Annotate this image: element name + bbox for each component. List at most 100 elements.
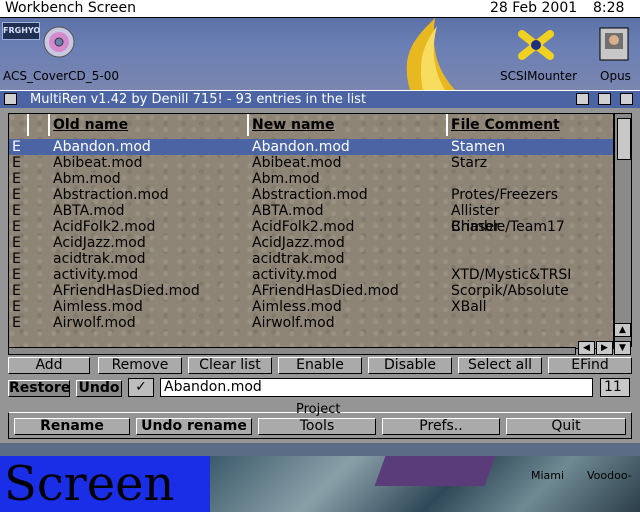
row-flag: E — [12, 139, 21, 155]
screen-1-label: Screen 1 — [0, 456, 210, 512]
row-old-name: Airwolf.mod — [53, 315, 136, 331]
row-old-name: AcidFolk2.mod — [53, 219, 156, 235]
column-header-file-comment[interactable]: File Comment — [448, 114, 613, 136]
row-new-name: Aimless.mod — [252, 299, 342, 315]
disable-button[interactable]: Disable — [368, 357, 452, 374]
scroll-up-arrow-icon[interactable]: ▲ — [614, 323, 631, 337]
desktop-icon-opus[interactable] — [597, 26, 631, 65]
scroll-left-arrow-icon[interactable]: ◀ — [578, 341, 595, 355]
desktop-icon-covercd[interactable] — [40, 26, 78, 61]
remove-button[interactable]: Remove — [98, 357, 182, 374]
screen-title: Workbench Screen — [5, 0, 136, 16]
vertical-scroll-knob[interactable] — [617, 118, 631, 160]
row-old-name: Abandon.mod — [53, 139, 151, 155]
rename-button[interactable]: Rename — [14, 418, 130, 435]
prefs-button[interactable]: Prefs.. — [382, 418, 500, 435]
table-row[interactable]: E Abibeat.mod Abibeat.mod Starz — [9, 155, 613, 171]
row-file-comment: XTD/Mystic&TRSI — [451, 267, 572, 283]
window-title-bar[interactable]: MultiRen v1.42 by Denill 715! - 93 entri… — [0, 91, 640, 108]
restore-button[interactable]: Restore — [8, 380, 70, 397]
column-header-flag[interactable] — [9, 114, 29, 136]
project-group-label: Project — [296, 402, 341, 417]
scroll-down-arrow-icon[interactable]: ▼ — [614, 341, 631, 355]
enable-button[interactable]: Enable — [278, 357, 362, 374]
checkmark-toggle[interactable]: ✓ — [128, 378, 154, 397]
row-new-name: ABTA.mod — [252, 203, 324, 219]
row-file-comment: Chaser — [451, 219, 500, 235]
row-flag: E — [12, 251, 21, 267]
table-row[interactable]: Eactivity.mod activity.mod XTD/Mystic&TRSI — [9, 267, 613, 283]
row-flag: E — [12, 283, 21, 299]
row-old-name: Abibeat.mod — [53, 155, 143, 171]
row-flag: E — [12, 219, 21, 235]
opus-icon — [599, 27, 629, 61]
row-new-name: Abandon.mod — [252, 139, 350, 155]
row-file-comment: Stamen — [451, 139, 506, 155]
row-flag: E — [12, 187, 21, 203]
horizontal-scrollbar[interactable] — [8, 347, 576, 355]
column-header-new-name[interactable]: New name — [249, 114, 448, 136]
file-list[interactable]: Old name New name File Comment E Abandon.… — [8, 113, 614, 349]
flame-graphic — [406, 18, 455, 90]
filename-input[interactable]: Abandon.mod — [160, 378, 593, 397]
row-flag: E — [12, 267, 21, 283]
close-gadget-icon[interactable] — [4, 93, 17, 105]
row-new-name: activity.mod — [252, 267, 338, 283]
row-new-name: Abstraction.mod — [252, 187, 368, 203]
row-new-name: Abibeat.mod — [252, 155, 342, 171]
table-row[interactable]: Eacidtrak.mod acidtrak.mod — [9, 251, 613, 267]
ship-graphic — [374, 456, 496, 486]
row-old-name: Abm.mod — [53, 171, 121, 187]
add-button[interactable]: Add — [8, 357, 90, 374]
efind-button[interactable]: EFind — [548, 357, 632, 374]
table-row[interactable]: E Abstraction.mod Abstraction.mod Protes/Fr… — [9, 187, 613, 203]
select-all-button[interactable]: Select all — [458, 357, 542, 374]
quit-button[interactable]: Quit — [506, 418, 626, 435]
row-flag: E — [12, 315, 21, 331]
screen-time: 8:28 — [593, 0, 625, 16]
row-old-name: ABTA.mod — [53, 203, 125, 219]
row-new-name: AFriendHasDied.mod — [252, 283, 399, 299]
clear-list-button[interactable]: Clear list — [188, 357, 272, 374]
undo-rename-button[interactable]: Undo rename — [136, 418, 252, 435]
table-row[interactable]: E AFriendHasDied.mod AFriendHasDied.mod Sco… — [9, 283, 613, 299]
table-row[interactable]: E Abm.mod Abm.mod — [9, 171, 613, 187]
desktop-icon-label-covercd: ACS_CoverCD_5-00 — [3, 69, 119, 83]
tools-button[interactable]: Tools — [258, 418, 376, 435]
row-new-name: Abm.mod — [252, 171, 320, 187]
iconify-gadget-icon[interactable] — [576, 93, 589, 105]
undo-button[interactable]: Undo — [76, 380, 122, 397]
cd-icon — [43, 26, 75, 58]
desktop-icon-scsimounter[interactable] — [518, 28, 554, 65]
row-flag: E — [12, 235, 21, 251]
desktop-icon-label-scsimounter: SCSIMounter — [500, 69, 578, 83]
logo-badge: FRGHYO — [2, 22, 40, 40]
row-new-name: AcidJazz.mod — [252, 235, 345, 251]
multiren-window: MultiRen v1.42 by Denill 715! - 93 entri… — [0, 90, 640, 443]
column-header-blank[interactable] — [29, 114, 50, 136]
column-header-old-name[interactable]: Old name — [50, 114, 249, 136]
depth-gadget-icon[interactable] — [620, 93, 633, 105]
table-row[interactable]: E ABTA.mod ABTA.mod Allister Brimble/Team17 — [9, 203, 613, 235]
table-row[interactable]: E Abandon.mod Abandon.mod Stamen — [9, 139, 613, 155]
row-old-name: Aimless.mod — [53, 299, 143, 315]
desktop-backdrop: FRGHYO ACS_CoverCD_5-00 SCSIMounter Opus — [0, 18, 640, 90]
table-row[interactable]: E AcidFolk2.mod AcidFolk2.mod Chaser — [9, 219, 613, 235]
row-new-name: Airwolf.mod — [252, 315, 335, 331]
vertical-scrollbar[interactable] — [614, 113, 632, 347]
bottom-icon-label-miami[interactable]: Miami — [531, 469, 564, 482]
table-row[interactable]: E Airwolf.mod Airwolf.mod — [9, 315, 613, 331]
row-file-comment: Scorpik/Absolute — [451, 283, 569, 299]
bottom-icon-label-voodoo[interactable]: Voodoo- — [587, 469, 632, 482]
zoom-gadget-icon[interactable] — [598, 93, 611, 105]
row-flag: E — [12, 155, 21, 171]
lower-screen: Screen 1 Miami Voodoo- — [0, 456, 640, 512]
scroll-right-arrow-icon[interactable]: ▶ — [596, 341, 613, 355]
screen-title-bar: Workbench Screen 28 Feb 2001 8:28 — [0, 0, 640, 18]
row-old-name: acidtrak.mod — [53, 251, 146, 267]
desktop-icon-label-opus: Opus — [600, 69, 631, 83]
row-file-comment: Protes/Freezers — [451, 187, 559, 203]
table-row[interactable]: E AcidJazz.mod AcidJazz.mod — [9, 235, 613, 251]
table-row[interactable]: E Aimless.mod Aimless.mod XBall — [9, 299, 613, 315]
row-old-name: activity.mod — [53, 267, 139, 283]
